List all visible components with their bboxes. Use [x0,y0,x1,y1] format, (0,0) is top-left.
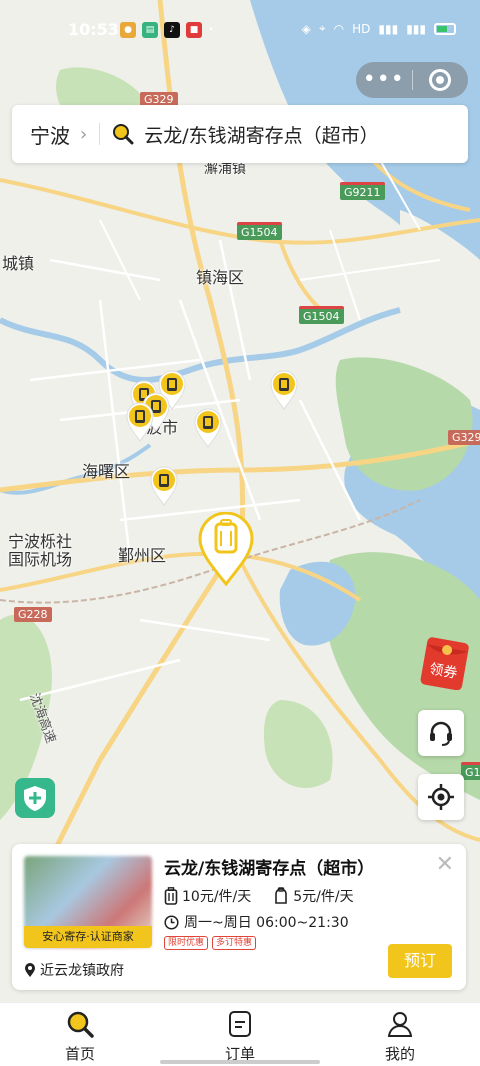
status-app-icons: ● ▤ ♪ ■ • [120,22,214,38]
road-shield-g1504-a: G1504 [237,222,282,240]
selected-storage-pin[interactable] [198,512,254,586]
headset-icon [430,721,452,746]
close-miniprogram-button[interactable] [412,69,468,91]
app-icon: ▤ [142,22,158,38]
small-price-text: 5元/件/天 [293,889,354,905]
tab-home-label: 首页 [64,1045,95,1063]
coupon-button[interactable]: 领券 [420,634,472,690]
customer-service-button[interactable] [418,710,464,756]
store-address: 近云龙镇政府 [24,960,124,980]
road-shield-g1504-b: G1504 [299,306,344,324]
promo-tags: 限时优惠 多订特惠 [164,936,257,950]
search-icon [113,124,134,145]
status-indicators: ◈ ⌖ ◠ HD ▮▮▮ ▮▮▮ [302,21,456,36]
store-info-card[interactable]: 安心寄存·认证商家 云龙/东钱湖寄存点（超市） ✕ 10元/件/天 5元/件/天… [12,844,466,990]
map-label-airport-2: 国际机场 [8,550,73,569]
profile-icon [387,1012,413,1037]
map-label-cheng: 城镇 [2,254,35,273]
bottom-tab-bar: 首页 订单 我的 [0,1002,480,1066]
tab-profile-label: 我的 [384,1045,415,1063]
battery-icon [434,22,456,35]
signal-2-icon: ▮▮▮ [406,21,426,36]
search-input[interactable]: 云龙/东钱湖寄存点（超市） [144,121,378,148]
miniprogram-capsule: ••• [356,62,468,98]
map-label-yinzhou: 鄞州区 [118,546,167,565]
crosshair-icon [428,784,454,810]
location-icon: ⌖ [318,21,326,35]
road-shield-g9211: G9211 [340,182,385,200]
close-target-icon [429,69,452,91]
tab-orders[interactable]: 订单 [160,1003,320,1066]
city-selector[interactable]: 宁波 › [12,120,87,149]
search-bar: 宁波 › 云龙/东钱湖寄存点（超市） [12,105,468,163]
book-button[interactable]: 预订 [388,944,452,978]
price-row: 10元/件/天 5元/件/天 [164,886,376,906]
dot-icon: • [208,25,214,35]
map-label-haishu: 海曙区 [82,462,131,481]
storage-pin[interactable] [150,466,178,506]
backpack-icon [275,887,288,904]
tab-home[interactable]: 首页 [0,1003,160,1066]
search-icon [67,1011,94,1038]
storage-pin[interactable] [270,370,298,410]
store-title: 云龙/东钱湖寄存点（超市） [164,859,375,879]
location-pin-icon [25,963,35,977]
road-shield-g228: G228 [14,607,52,622]
signal-icon: ▮▮▮ [378,21,399,36]
shield-plus-icon [24,786,46,811]
home-indicator [160,1060,320,1064]
news-icon: ■ [186,22,202,38]
wifi-icon: ◠ [333,21,345,36]
address-text: 近云龙镇政府 [40,963,124,979]
storage-pin[interactable] [194,408,222,448]
opening-hours: 周一~周日 06:00~21:30 [164,912,349,932]
storage-pin[interactable] [126,402,154,442]
large-luggage-price: 10元/件/天 [164,886,251,906]
tiktok-icon: ♪ [164,22,180,38]
locate-me-button[interactable] [418,774,464,820]
status-time: 10:53 [68,20,119,39]
tab-profile[interactable]: 我的 [320,1003,480,1066]
large-suitcase-icon [164,887,178,905]
more-dots-icon[interactable]: ••• [356,69,412,91]
hd-label: HD [352,21,371,36]
search-divider [99,123,101,145]
status-bar: 10:53 ● ▤ ♪ ■ • ◈ ⌖ ◠ HD ▮▮▮ ▮▮▮ [0,0,480,60]
promo-tag-limited: 限时优惠 [164,936,209,950]
weibo-icon: ● [120,22,136,38]
city-label: 宁波 [30,123,70,148]
promo-tag-multi: 多订特惠 [212,936,257,950]
order-icon [229,1011,251,1037]
safety-shield-button[interactable] [15,778,55,818]
small-luggage-price: 5元/件/天 [273,886,354,906]
map-label-zhenhai: 镇海区 [196,268,245,287]
clock-icon [164,914,179,930]
close-icon[interactable]: ✕ [436,852,454,877]
road-shield-g1: G1 [461,762,480,780]
chevron-right-icon: › [80,123,88,145]
vibrate-icon: ◈ [301,21,311,36]
certified-merchant-label: 安心寄存·认证商家 [24,926,152,948]
road-shield-g329-right: G329 [448,430,480,445]
hours-text: 周一~周日 06:00~21:30 [184,915,349,931]
large-price-text: 10元/件/天 [182,889,252,905]
